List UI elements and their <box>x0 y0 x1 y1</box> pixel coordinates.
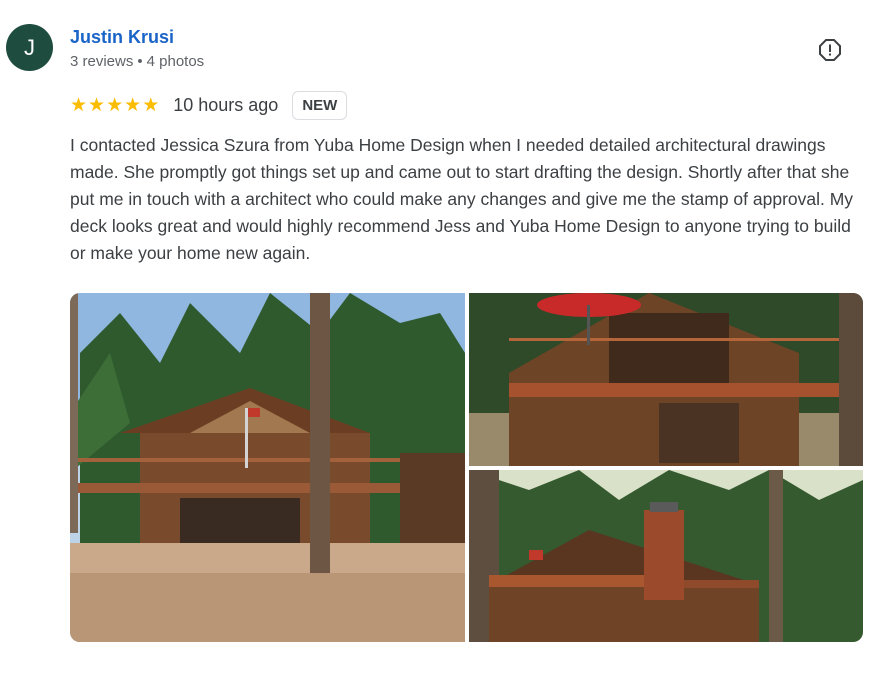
star-rating: ★ ★ ★ ★ ★ <box>70 96 159 115</box>
star-icon: ★ <box>124 94 142 116</box>
report-review-button[interactable] <box>818 38 842 62</box>
deck-umbrella-photo-image <box>469 293 863 466</box>
review-count: 3 reviews <box>70 53 134 70</box>
reviewer-name-link[interactable]: Justin Krusi <box>70 27 174 48</box>
review-time: 10 hours ago <box>173 94 279 115</box>
review-photo[interactable] <box>469 293 863 466</box>
star-icon: ★ <box>142 94 160 116</box>
review-photos <box>70 293 863 642</box>
star-icon: ★ <box>106 94 124 116</box>
next-review-peek <box>110 679 160 687</box>
avatar-initial: J <box>24 34 35 60</box>
reviewer-meta: 3 reviews • 4 photos <box>70 53 204 70</box>
star-icon: ★ <box>70 94 88 116</box>
star-icon: ★ <box>88 94 106 116</box>
cabin-photo-image <box>70 293 465 642</box>
rating-row: ★ ★ ★ ★ ★ 10 hours ago NEW <box>70 90 348 120</box>
new-badge: NEW <box>292 90 348 120</box>
review-photo[interactable] <box>70 293 465 642</box>
reviewer-avatar[interactable]: J <box>6 24 53 71</box>
flag-alert-icon <box>819 39 841 61</box>
review-text: I contacted Jessica Szura from Yuba Home… <box>70 135 854 263</box>
photo-count: 4 photos <box>146 53 205 70</box>
cabin-chimney-photo-image <box>469 470 863 642</box>
meta-separator: • <box>137 53 143 70</box>
review-photo[interactable] <box>469 470 863 642</box>
